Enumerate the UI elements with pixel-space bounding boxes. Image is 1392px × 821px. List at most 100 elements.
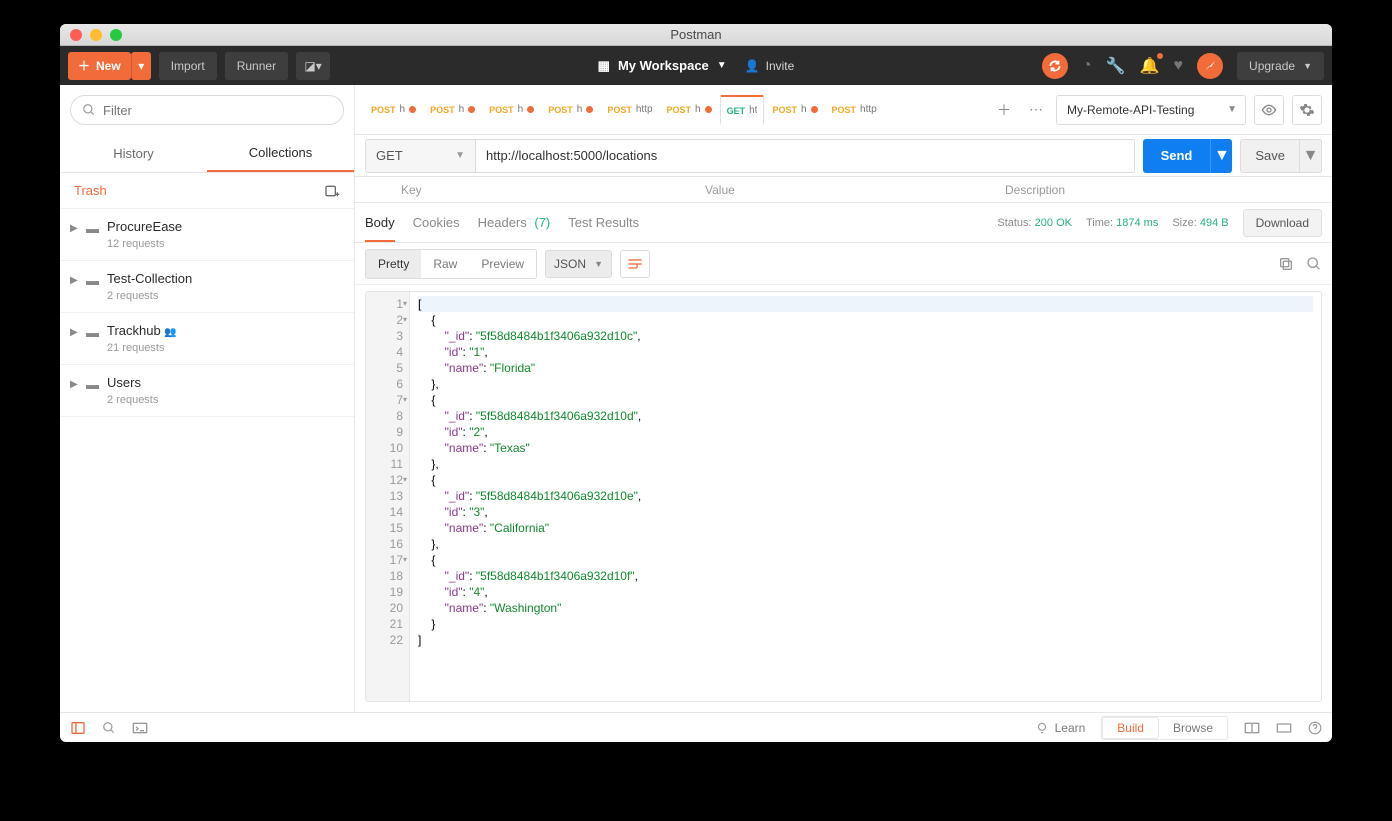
folder-icon: ▬ [86, 273, 99, 288]
tab-method: POST [548, 105, 573, 115]
new-dropdown[interactable]: ▾ [131, 52, 151, 80]
view-pretty[interactable]: Pretty [366, 250, 421, 278]
sync-icon[interactable] [1042, 53, 1068, 79]
help-icon[interactable] [1308, 721, 1322, 735]
tab-label: h [459, 104, 465, 115]
save-dropdown[interactable]: ▼ [1300, 139, 1322, 173]
search-icon [82, 103, 96, 117]
copy-icon[interactable] [1278, 256, 1294, 272]
view-mode-group: Pretty Raw Preview [365, 249, 537, 279]
code-content: [ { "_id": "5f58d8484b1f3406a932d10c", "… [410, 292, 1321, 701]
tab-label: h [695, 104, 701, 115]
environment-select[interactable]: My-Remote-API-Testing ▼ [1056, 95, 1246, 125]
collection-sub: 12 requests [107, 238, 182, 250]
sidebar-toggle-icon[interactable] [70, 720, 86, 736]
request-tab[interactable]: POST h [483, 95, 540, 125]
method-select[interactable]: GET ▼ [365, 139, 475, 173]
response-tabs: Body Cookies Headers (7) Test Results St… [355, 203, 1332, 243]
download-button[interactable]: Download [1243, 209, 1322, 237]
wrench-icon[interactable]: 🔧 [1106, 56, 1126, 76]
time-value: 1874 ms [1116, 217, 1158, 229]
right-icon-group: ◔ 🔧 🔔 ♥ Upgrade ▼ [1042, 52, 1324, 80]
new-collection-icon[interactable] [324, 183, 340, 199]
collection-item[interactable]: ▶ ▬ Users 2 requests [60, 365, 354, 417]
main-panel: POST h POST h POST h POST h POST http PO… [355, 85, 1332, 712]
tab-overflow-button[interactable]: ⋯ [1024, 98, 1048, 122]
upgrade-button[interactable]: Upgrade ▼ [1237, 52, 1324, 80]
learn-label: Learn [1055, 721, 1086, 735]
request-tab[interactable]: POST h [661, 95, 718, 125]
invite-label: Invite [766, 59, 795, 73]
request-tab[interactable]: POST h [542, 95, 599, 125]
new-window-button[interactable]: ◪▾ [296, 52, 330, 80]
trash-row[interactable]: Trash [60, 173, 354, 209]
import-button[interactable]: Import [159, 52, 217, 80]
satellite-icon[interactable]: ◔ [1082, 57, 1092, 75]
tab-cookies[interactable]: Cookies [413, 205, 460, 240]
environment-preview-button[interactable] [1254, 95, 1284, 125]
minimize-window-icon[interactable] [90, 29, 102, 41]
unsaved-dot-icon [409, 106, 416, 113]
maximize-window-icon[interactable] [110, 29, 122, 41]
browse-tab[interactable]: Browse [1159, 717, 1227, 739]
new-button[interactable]: ＋ New [68, 52, 131, 80]
keyboard-icon[interactable] [1276, 722, 1292, 734]
build-tab[interactable]: Build [1102, 717, 1159, 739]
chevron-down-icon: ▼ [1303, 61, 1312, 71]
col-value: Value [695, 177, 995, 202]
tab-test-results[interactable]: Test Results [568, 205, 639, 240]
response-body[interactable]: 12345678910111213141516171819202122 [ { … [365, 291, 1322, 702]
view-preview[interactable]: Preview [469, 250, 536, 278]
save-button[interactable]: Save [1240, 139, 1300, 173]
runner-button[interactable]: Runner [225, 52, 288, 80]
request-tab[interactable]: GET ht [720, 95, 765, 125]
trash-label: Trash [74, 183, 107, 198]
request-tab[interactable]: POST h [365, 95, 422, 125]
tab-label: ht [749, 105, 757, 116]
collection-item[interactable]: ▶ ▬ Trackhub 👥 21 requests [60, 313, 354, 365]
filter-input[interactable] [70, 95, 344, 125]
folder-icon: ▬ [86, 221, 99, 236]
format-select[interactable]: JSON ▼ [545, 250, 612, 278]
bootcamp-bulb-icon[interactable]: Learn [1035, 721, 1086, 735]
folder-icon: ▬ [86, 325, 99, 340]
chevron-down-icon: ▼ [717, 60, 727, 71]
close-window-icon[interactable] [70, 29, 82, 41]
collection-name: Test-Collection [107, 271, 192, 286]
console-icon[interactable] [132, 721, 148, 735]
view-row: Pretty Raw Preview JSON ▼ [355, 243, 1332, 285]
wrap-lines-button[interactable] [620, 250, 650, 278]
bell-icon[interactable]: 🔔 [1140, 56, 1160, 76]
collection-item[interactable]: ▶ ▬ Test-Collection 2 requests [60, 261, 354, 313]
tab-body[interactable]: Body [365, 205, 395, 242]
view-raw[interactable]: Raw [421, 250, 469, 278]
send-button[interactable]: Send [1143, 139, 1211, 173]
collections-list: ▶ ▬ ProcureEase 12 requests▶ ▬ Test-Coll… [60, 209, 354, 417]
size-label: Size: [1172, 217, 1196, 229]
request-tab[interactable]: POST h [424, 95, 481, 125]
col-description: Description [995, 177, 1332, 202]
collection-item[interactable]: ▶ ▬ ProcureEase 12 requests [60, 209, 354, 261]
tab-method: POST [489, 105, 514, 115]
status-value: 200 OK [1035, 217, 1072, 229]
workspace-selector[interactable]: ▦ My Workspace ▼ [598, 58, 727, 74]
search-response-icon[interactable] [1306, 256, 1322, 272]
request-tab[interactable]: POST http [826, 95, 883, 125]
tab-history[interactable]: History [60, 135, 207, 172]
find-icon[interactable] [102, 721, 116, 735]
invite-button[interactable]: 👤 Invite [745, 59, 795, 73]
unsaved-dot-icon [705, 106, 712, 113]
url-input[interactable] [475, 139, 1135, 173]
request-tab[interactable]: POST http [601, 95, 658, 125]
two-pane-icon[interactable] [1244, 721, 1260, 735]
settings-button[interactable] [1292, 95, 1322, 125]
heart-icon[interactable]: ♥ [1174, 57, 1184, 75]
send-dropdown[interactable]: ▼ [1210, 139, 1232, 173]
collection-name: Trackhub 👥 [107, 323, 177, 338]
bootcamp-icon[interactable] [1197, 53, 1223, 79]
sidebar-tabs: History Collections [60, 135, 354, 173]
tab-collections[interactable]: Collections [207, 135, 354, 172]
request-tab[interactable]: POST h [766, 95, 823, 125]
tab-headers[interactable]: Headers (7) [478, 205, 551, 240]
new-tab-button[interactable]: ＋ [992, 98, 1016, 122]
